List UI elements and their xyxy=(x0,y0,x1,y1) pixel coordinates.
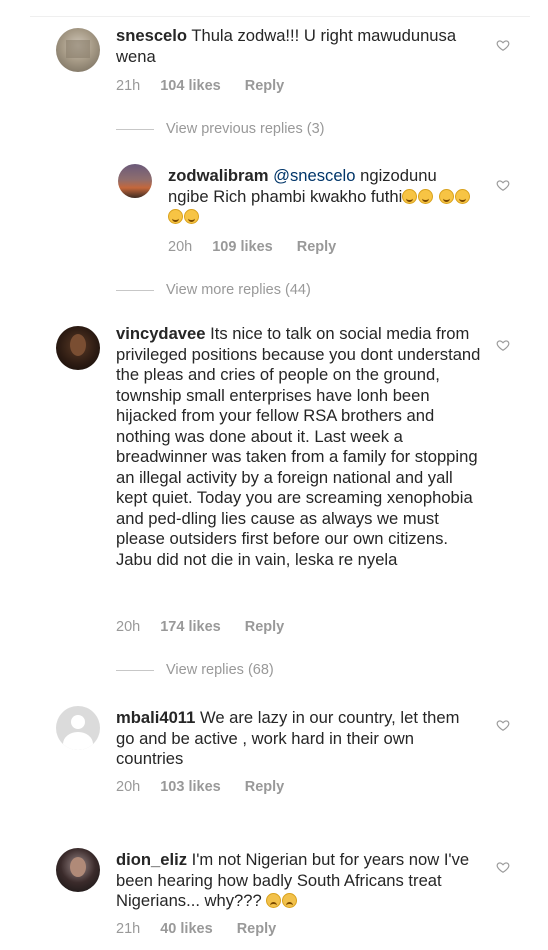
replies-dash xyxy=(116,128,154,130)
replies-dash xyxy=(116,669,154,671)
view-previous-replies[interactable]: View previous replies (3) xyxy=(116,121,325,137)
mention-link[interactable]: @snescelo xyxy=(273,166,355,185)
view-replies-label: View previous replies (3) xyxy=(166,121,325,137)
laughing-emoji xyxy=(418,188,434,204)
comment-meta: 21h 104 likes Reply xyxy=(116,78,284,94)
crying-emoji xyxy=(266,893,282,908)
username[interactable]: snescelo xyxy=(116,26,187,45)
timestamp: 21h xyxy=(116,921,141,937)
likes-count[interactable]: 104 likes xyxy=(160,78,220,94)
laughing-emoji xyxy=(438,188,454,204)
laughing-emoji xyxy=(168,209,183,224)
comment-meta: 20h 174 likes Reply xyxy=(116,619,284,635)
view-replies-label: View replies (68) xyxy=(166,662,274,678)
avatar[interactable] xyxy=(56,848,100,892)
likes-count[interactable]: 103 likes xyxy=(160,779,220,795)
username[interactable]: dion_eliz xyxy=(116,850,187,869)
comment-text: mbali4011 We are lazy in our country, le… xyxy=(116,708,476,770)
timestamp: 20h xyxy=(116,779,141,795)
comment-text: vincydavee Its nice to talk on social me… xyxy=(116,324,481,570)
avatar[interactable] xyxy=(56,706,100,750)
username[interactable]: mbali4011 xyxy=(116,708,195,727)
avatar[interactable] xyxy=(118,164,152,198)
reply-button[interactable]: Reply xyxy=(245,619,285,635)
username[interactable]: vincydavee xyxy=(116,324,205,343)
heart-outline-icon[interactable] xyxy=(496,338,510,352)
comment-text: snescelo Thula zodwa!!! U right mawudunu… xyxy=(116,26,476,67)
view-more-replies[interactable]: View more replies (44) xyxy=(116,282,311,298)
likes-count[interactable]: 40 likes xyxy=(160,921,212,937)
comment-meta: 20h 109 likes Reply xyxy=(168,239,336,255)
comment-text: zodwalibram @snescelo ngizodunu ngibe Ri… xyxy=(168,166,478,228)
crying-emoji xyxy=(282,893,298,908)
view-replies-label: View more replies (44) xyxy=(166,282,311,298)
avatar[interactable] xyxy=(56,28,100,72)
username[interactable]: zodwalibram xyxy=(168,166,269,185)
reply-button[interactable]: Reply xyxy=(297,239,337,255)
divider xyxy=(30,16,530,17)
timestamp: 20h xyxy=(168,239,193,255)
heart-outline-icon[interactable] xyxy=(496,178,510,192)
laughing-emoji xyxy=(402,188,418,204)
comment-meta: 21h 40 likes Reply xyxy=(116,921,276,937)
timestamp: 21h xyxy=(116,78,141,94)
laughing-emoji xyxy=(454,188,470,204)
avatar[interactable] xyxy=(56,326,100,370)
timestamp: 20h xyxy=(116,619,141,635)
reply-button[interactable]: Reply xyxy=(245,779,285,795)
likes-count[interactable]: 174 likes xyxy=(160,619,220,635)
comment-text: dion_eliz I'm not Nigerian but for years… xyxy=(116,850,481,912)
laughing-emoji xyxy=(184,209,199,224)
heart-outline-icon[interactable] xyxy=(496,718,510,732)
likes-count[interactable]: 109 likes xyxy=(212,239,272,255)
heart-outline-icon[interactable] xyxy=(496,860,510,874)
reply-button[interactable]: Reply xyxy=(237,921,277,937)
comment-body: Its nice to talk on social media from pr… xyxy=(116,324,481,569)
reply-button[interactable]: Reply xyxy=(245,78,285,94)
view-replies[interactable]: View replies (68) xyxy=(116,662,274,678)
comment-meta: 20h 103 likes Reply xyxy=(116,779,284,795)
heart-outline-icon[interactable] xyxy=(496,38,510,52)
replies-dash xyxy=(116,289,154,291)
